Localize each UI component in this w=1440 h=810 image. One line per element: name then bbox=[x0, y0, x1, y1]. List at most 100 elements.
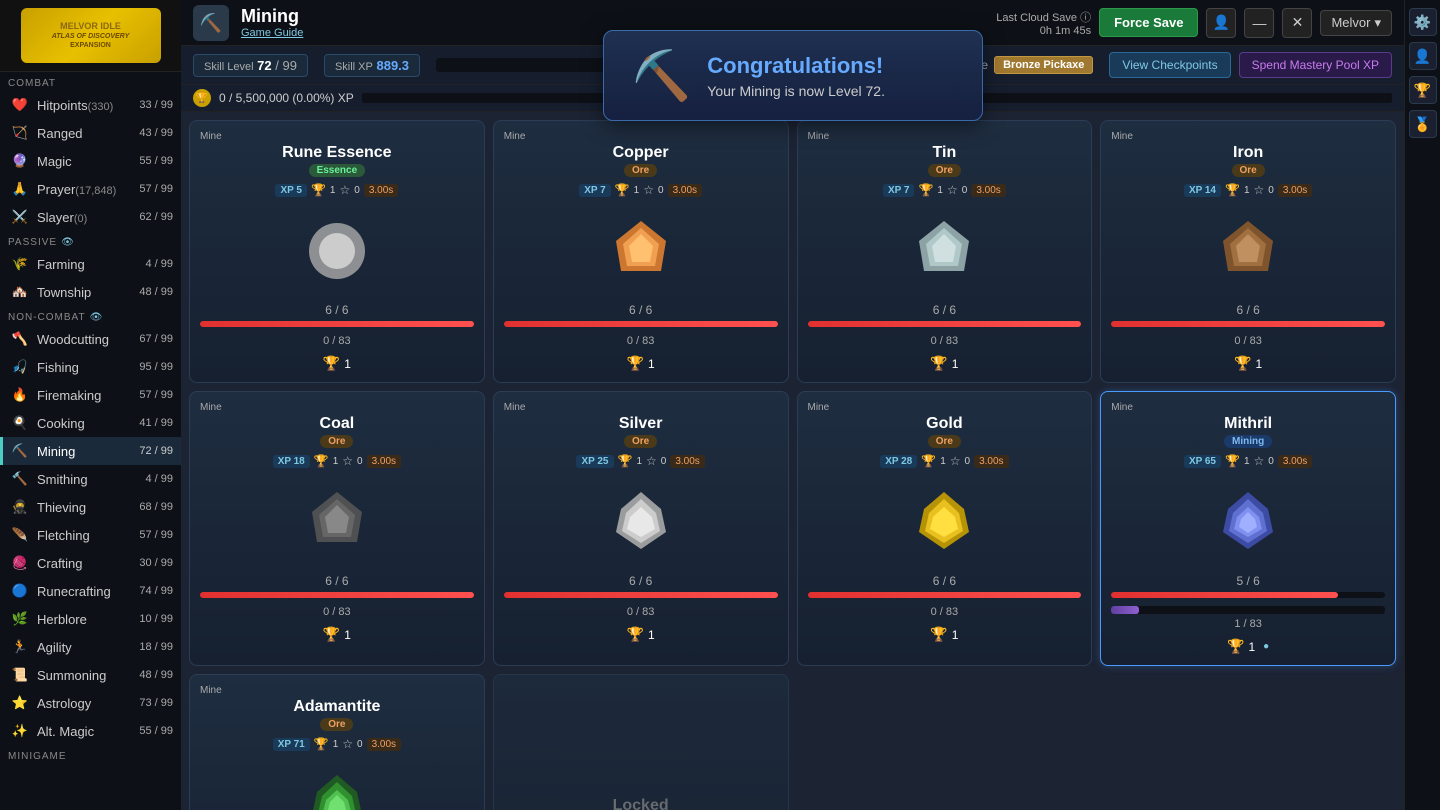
mine-card-gold[interactable]: Mine Gold Ore XP 28 🏆 1 ☆ 0 3.00s bbox=[797, 391, 1093, 666]
mine-name-adamantite: Adamantite bbox=[293, 698, 380, 716]
sidebar-item-ranged[interactable]: 🏹 Ranged 43 / 99 bbox=[0, 119, 181, 147]
mastery-bar-fill-gold bbox=[808, 592, 1082, 598]
skill-name-ranged: Ranged bbox=[37, 126, 131, 141]
skill-level-prayer: 57 / 99 bbox=[139, 183, 173, 195]
award-right-button[interactable]: 🏅 bbox=[1409, 110, 1437, 138]
skill-level-value: 72 bbox=[257, 58, 271, 73]
mine-xp-tin: XP 7 bbox=[883, 184, 915, 197]
mine-card-copper[interactable]: Mine Copper Ore XP 7 🏆 1 ☆ 0 3.00s bbox=[493, 120, 789, 383]
skill-level-slayer: 62 / 99 bbox=[139, 211, 173, 223]
mine-time-adamantite: 3.00s bbox=[367, 738, 401, 751]
trophy-icon-rune: 🏆 bbox=[323, 355, 340, 372]
hitpoints-icon: ❤️ bbox=[11, 96, 29, 114]
character-icon-button[interactable]: 👤 bbox=[1206, 8, 1236, 38]
sidebar-item-smithing[interactable]: 🔨 Smithing 4 / 99 bbox=[0, 465, 181, 493]
mine-card-mithril[interactable]: Mine Mithril Mining XP 65 🏆 1 ☆ 0 3.00s bbox=[1100, 391, 1396, 666]
spend-mastery-button[interactable]: Spend Mastery Pool XP bbox=[1239, 52, 1392, 78]
trophy-right-button[interactable]: 🏆 bbox=[1409, 76, 1437, 104]
last-save-time: 0h 1m 45s bbox=[1040, 25, 1091, 37]
mine-card-tin[interactable]: Mine Tin Ore XP 7 🏆 1 ☆ 0 3.00s bbox=[797, 120, 1093, 383]
mining-header-icon: ⛏️ bbox=[193, 5, 229, 41]
sidebar-item-agility[interactable]: 🏃 Agility 18 / 99 bbox=[0, 633, 181, 661]
settings-right-button[interactable]: ⚙️ bbox=[1409, 8, 1437, 36]
mastery-bar-fill-rune bbox=[200, 321, 474, 327]
mine-name-iron: Iron bbox=[1233, 144, 1263, 162]
mine-card-rune-essence[interactable]: Mine Rune Essence Essence XP 5 🏆 1 ☆ 0 3… bbox=[189, 120, 485, 383]
sidebar-item-fletching[interactable]: 🪶 Fletching 57 / 99 bbox=[0, 521, 181, 549]
mine-star-val-copper: 0 bbox=[658, 185, 664, 196]
sidebar-item-runecrafting[interactable]: 🔵 Runecrafting 74 / 99 bbox=[0, 577, 181, 605]
character-right-button[interactable]: 👤 bbox=[1409, 42, 1437, 70]
combat-section-header: COMBAT bbox=[0, 72, 181, 91]
mine-pool-xp-copper: 0 / 83 bbox=[627, 335, 655, 347]
locked-label: Locked bbox=[613, 797, 669, 810]
mine-trophy-gold: 🏆 bbox=[921, 454, 936, 468]
mine-time-mithril: 3.00s bbox=[1278, 455, 1312, 468]
sidebar-item-cooking[interactable]: 🍳 Cooking 41 / 99 bbox=[0, 409, 181, 437]
skill-level-fishing: 95 / 99 bbox=[139, 361, 173, 373]
mine-trophy-rune: 🏆 bbox=[311, 183, 326, 197]
mine-badge-silver: Ore bbox=[624, 435, 657, 448]
right-sidebar: ⚙️ 👤 🏆 🏅 bbox=[1404, 0, 1440, 810]
force-save-button[interactable]: Force Save bbox=[1099, 8, 1198, 37]
mine-header-coal: Mine bbox=[200, 402, 222, 413]
mine-card-locked[interactable]: Locked ⛏️ +65 Mining Skill XP ⛏️ ⚒ +1 1 bbox=[493, 674, 789, 810]
sidebar-item-hitpoints[interactable]: ❤️ Hitpoints(330) 33 / 99 bbox=[0, 91, 181, 119]
sidebar-item-herblore[interactable]: 🌿 Herblore 10 / 99 bbox=[0, 605, 181, 633]
mine-card-coal[interactable]: Mine Coal Ore XP 18 🏆 1 ☆ 0 3.00s bbox=[189, 391, 485, 666]
skill-name-smithing: Smithing bbox=[37, 472, 137, 487]
mine-time-rune: 3.00s bbox=[364, 184, 398, 197]
non-combat-visibility-icon[interactable]: 👁 bbox=[90, 312, 104, 323]
mine-card-iron[interactable]: Mine Iron Ore XP 14 🏆 1 ☆ 0 3.00s bbox=[1100, 120, 1396, 383]
mine-name-tin: Tin bbox=[933, 144, 957, 162]
sidebar-item-mining[interactable]: ⛏️ Mining 72 / 99 bbox=[0, 437, 181, 465]
mine-xp-gold: XP 28 bbox=[880, 455, 917, 468]
mastery-bar-fill-silver bbox=[504, 592, 778, 598]
mine-card-adamantite[interactable]: Mine Adamantite Ore XP 71 🏆 1 ☆ 0 3.00s bbox=[189, 674, 485, 810]
sidebar-item-magic[interactable]: 🔮 Magic 55 / 99 bbox=[0, 147, 181, 175]
mine-header-tin: Mine bbox=[808, 131, 830, 142]
skill-action-buttons: View Checkpoints Spend Mastery Pool XP bbox=[1109, 52, 1392, 78]
sidebar-item-township[interactable]: 🏘️ Township 48 / 99 bbox=[0, 278, 181, 306]
mine-pool-xp-coal: 0 / 83 bbox=[323, 606, 351, 618]
mine-image-iron bbox=[1208, 211, 1288, 291]
sidebar-item-fishing[interactable]: 🎣 Fishing 95 / 99 bbox=[0, 353, 181, 381]
sidebar-item-alt-magic[interactable]: ✨ Alt. Magic 55 / 99 bbox=[0, 717, 181, 745]
skill-name-crafting: Crafting bbox=[37, 556, 131, 571]
sidebar-item-thieving[interactable]: 🥷 Thieving 68 / 99 bbox=[0, 493, 181, 521]
mine-card-silver[interactable]: Mine Silver Ore XP 25 🏆 1 ☆ 0 3.00s bbox=[493, 391, 789, 666]
farming-icon: 🌾 bbox=[11, 255, 29, 273]
sidebar-item-crafting[interactable]: 🧶 Crafting 30 / 99 bbox=[0, 549, 181, 577]
skill-name-alt-magic: Alt. Magic bbox=[37, 724, 131, 739]
settings-dash-button[interactable]: — bbox=[1244, 8, 1274, 38]
sidebar-item-prayer[interactable]: 🙏 Prayer(17,848) 57 / 99 bbox=[0, 175, 181, 203]
mine-trophy-row-gold: 🏆 1 bbox=[930, 626, 958, 643]
account-button[interactable]: Melvor ▾ bbox=[1320, 10, 1392, 36]
skill-level-badge: Skill Level 72 / 99 bbox=[193, 54, 308, 77]
trophy-val-silver: 1 bbox=[648, 628, 655, 642]
sidebar-item-firemaking[interactable]: 🔥 Firemaking 57 / 99 bbox=[0, 381, 181, 409]
skill-level-smithing: 4 / 99 bbox=[145, 473, 173, 485]
sidebar-item-farming[interactable]: 🌾 Farming 4 / 99 bbox=[0, 250, 181, 278]
mastery-bar-fill-iron bbox=[1111, 321, 1385, 327]
view-checkpoints-button[interactable]: View Checkpoints bbox=[1109, 52, 1230, 78]
mastery-bar-mithril bbox=[1111, 592, 1385, 598]
non-combat-section-header: NON-COMBAT 👁 bbox=[0, 306, 181, 325]
astrology-icon: ⭐ bbox=[11, 694, 29, 712]
sidebar-item-summoning[interactable]: 📜 Summoning 48 / 99 bbox=[0, 661, 181, 689]
mine-star-val-tin: 0 bbox=[962, 185, 968, 196]
svg-text:⛏️: ⛏️ bbox=[200, 12, 222, 33]
passive-visibility-icon[interactable]: 👁 bbox=[61, 237, 75, 248]
sidebar-item-woodcutting[interactable]: 🪓 Woodcutting 67 / 99 bbox=[0, 325, 181, 353]
close-button[interactable]: ✕ bbox=[1282, 8, 1312, 38]
sidebar-item-astrology[interactable]: ⭐ Astrology 73 / 99 bbox=[0, 689, 181, 717]
mastery-bar-rune bbox=[200, 321, 474, 327]
mine-time-iron: 3.00s bbox=[1278, 184, 1312, 197]
skill-level-runecrafting: 74 / 99 bbox=[139, 585, 173, 597]
mine-star-copper: ☆ bbox=[643, 183, 654, 197]
skill-name-summoning: Summoning bbox=[37, 668, 131, 683]
mine-trophy-row-rune: 🏆 1 bbox=[323, 355, 351, 372]
mine-image-adamantite bbox=[297, 765, 377, 810]
sidebar-item-slayer[interactable]: ⚔️ Slayer(0) 62 / 99 bbox=[0, 203, 181, 231]
pool-progress-bar-mithril bbox=[1111, 606, 1385, 614]
